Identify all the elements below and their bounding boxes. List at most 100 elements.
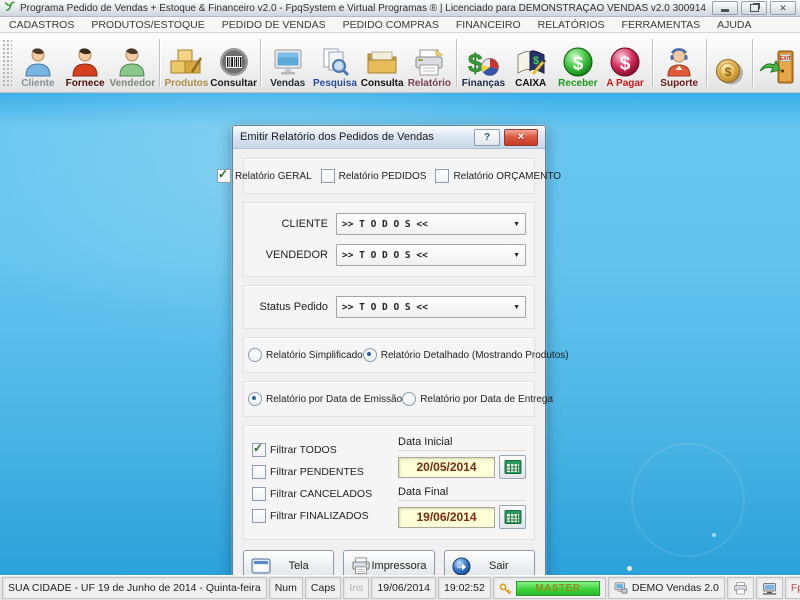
radio-relatorio-simplificado[interactable]: Relatório Simplificado: [248, 348, 363, 362]
menu-item-produtos-estoque[interactable]: PRODUTOS/ESTOQUE: [91, 19, 204, 31]
toolbar-separator: [159, 39, 160, 87]
checkbox-icon: [217, 169, 231, 183]
toolbar-button-caixa[interactable]: $ CAIXA: [507, 36, 554, 89]
vendedor-label: VENDEDOR: [252, 249, 328, 261]
toolbar-button-financas[interactable]: $ Finanças: [460, 36, 507, 89]
date-mode-group: Relatório por Data de Emissão Relatório …: [243, 381, 535, 417]
checkbox-label: Filtrar FINALIZADOS: [270, 510, 369, 522]
status-insert: Ins: [343, 577, 369, 599]
dialog-titlebar: Emitir Relatório dos Pedidos de Vendas ?…: [233, 126, 545, 149]
checkbox-icon: [435, 169, 449, 183]
checkbox-label: Relatório PEDIDOS: [339, 171, 427, 182]
data-final-field[interactable]: 19/06/2014: [398, 507, 495, 528]
status-filter-group: Filtrar TODOS Filtrar PENDENTES Filtrar …: [243, 425, 535, 540]
menu-item-pedido-de-vendas[interactable]: PEDIDO DE VENDAS: [222, 19, 326, 31]
radio-label: Relatório Detalhado (Mostrando Produtos): [381, 350, 569, 361]
restore-button[interactable]: [741, 1, 767, 15]
toolbar-button-vendedor[interactable]: Vendedor: [109, 36, 156, 89]
menu-item-ajuda[interactable]: AJUDA: [717, 19, 751, 31]
menu-item-pedido-compras[interactable]: PEDIDO COMPRAS: [343, 19, 439, 31]
checkbox-filtrar-finalizados[interactable]: Filtrar FINALIZADOS: [252, 509, 390, 523]
toolbar-button-receber[interactable]: $ Receber: [554, 36, 601, 89]
radio-data-emissao[interactable]: Relatório por Data de Emissão: [248, 392, 402, 406]
checkbox-icon: [321, 169, 335, 183]
status-pedido-label: Status Pedido: [252, 301, 328, 313]
report-dialog: Emitir Relatório dos Pedidos de Vendas ?…: [232, 125, 546, 575]
vendedor-select-value: >> T O D O S <<: [342, 250, 509, 261]
minimize-button[interactable]: [712, 1, 738, 15]
cliente-label: CLIENTE: [252, 218, 328, 230]
vendedor-select[interactable]: >> T O D O S << ▼: [336, 244, 526, 266]
coin-icon: $: [711, 55, 747, 89]
toolbar-button-consultar[interactable]: Consultar: [210, 36, 257, 89]
toolbar-button-sair[interactable]: EXIT: [756, 36, 798, 89]
tela-button[interactable]: Tela: [243, 550, 334, 575]
impressora-button-label: Impressora: [371, 560, 426, 572]
key-icon: [499, 582, 512, 595]
toolbar-button-relatorio[interactable]: Relatório: [406, 36, 453, 89]
toolbar-button-consulta[interactable]: Consulta: [359, 36, 406, 89]
menu-item-ferramentas[interactable]: FERRAMENTAS: [622, 19, 701, 31]
toolbar-separator: [260, 39, 261, 87]
window-title: Programa Pedido de Vendas + Estoque & Fi…: [20, 3, 708, 14]
cliente-person-icon: [22, 46, 54, 78]
toolbar-label: Finanças: [462, 78, 505, 89]
toolbar-button-a-pagar[interactable]: $ A Pagar: [602, 36, 649, 89]
menu-item-cadastros[interactable]: CADASTROS: [9, 19, 74, 31]
toolbar-button-produtos[interactable]: Produtos: [163, 36, 210, 89]
window-titlebar: Programa Pedido de Vendas + Estoque & Fi…: [0, 0, 800, 17]
screen-icon: [251, 557, 271, 575]
entity-filter-group: CLIENTE >> T O D O S << ▼ VENDEDOR >> T …: [243, 202, 535, 277]
dialog-body: Relatório GERAL Relatório PEDIDOS Relató…: [233, 149, 545, 575]
checkbox-relatorio-geral[interactable]: Relatório GERAL: [217, 169, 312, 183]
checkbox-filtrar-todos[interactable]: Filtrar TODOS: [252, 443, 390, 457]
close-button[interactable]: ✕: [770, 1, 796, 15]
radio-data-entrega[interactable]: Relatório por Data de Entrega: [402, 392, 553, 406]
toolbar-button-vendas[interactable]: Vendas: [264, 36, 311, 89]
cliente-select[interactable]: >> T O D O S << ▼: [336, 213, 526, 235]
toolbar-button-cliente[interactable]: Cliente: [14, 36, 61, 89]
toolbar-separator: [652, 39, 653, 87]
checkbox-relatorio-orcamento[interactable]: Relatório ORÇAMENTO: [435, 169, 561, 183]
chevron-down-icon: ▼: [513, 304, 520, 311]
toolbar-label: Consulta: [361, 78, 404, 89]
checkbox-filtrar-cancelados[interactable]: Filtrar CANCELADOS: [252, 487, 390, 501]
dialog-close-button[interactable]: ×: [504, 129, 538, 146]
radio-relatorio-detalhado[interactable]: Relatório Detalhado (Mostrando Produtos): [363, 348, 569, 362]
checkbox-label: Relatório ORÇAMENTO: [453, 171, 561, 182]
toolbar-separator: [706, 39, 707, 87]
toolbar-label: Vendedor: [110, 78, 156, 89]
restore-icon: [750, 4, 759, 12]
data-inicial-field[interactable]: 20/05/2014: [398, 457, 495, 478]
a-pagar-dollar-icon: $: [609, 46, 641, 78]
dialog-help-button[interactable]: ?: [474, 129, 500, 146]
exit-door-icon: EXIT: [756, 47, 798, 89]
dialog-button-row: Tela Impressora Sair: [243, 550, 535, 575]
printer-icon: [351, 557, 371, 575]
menu-item-financeiro[interactable]: FINANCEIRO: [456, 19, 521, 31]
toolbar-button-fornecedor[interactable]: Fornece: [62, 36, 109, 89]
status-pedido-select[interactable]: >> T O D O S << ▼: [336, 296, 526, 318]
close-x-icon: ×: [518, 131, 524, 144]
calendar-icon: [504, 459, 522, 475]
data-inicial-calendar-button[interactable]: [499, 455, 526, 479]
svg-text:$: $: [620, 54, 631, 75]
status-caps-lock: Caps: [305, 577, 342, 599]
calendar-icon: [504, 509, 522, 525]
data-final-calendar-button[interactable]: [499, 505, 526, 529]
financas-money-icon: $: [466, 48, 500, 78]
impressora-button[interactable]: Impressora: [343, 550, 434, 575]
checkbox-relatorio-pedidos[interactable]: Relatório PEDIDOS: [321, 169, 427, 183]
sair-button[interactable]: Sair: [444, 550, 535, 575]
toolbar-button-pesquisa[interactable]: Pesquisa: [311, 36, 358, 89]
status-pedido-group: Status Pedido >> T O D O S << ▼: [243, 285, 535, 329]
menu-item-relatorios[interactable]: RELATÓRIOS: [538, 19, 605, 31]
computer-disk-icon: [614, 582, 628, 594]
toolbar-label: Receber: [558, 78, 597, 89]
detail-mode-group: Relatório Simplificado Relatório Detalha…: [243, 337, 535, 373]
toolbar-button-moeda[interactable]: $: [710, 36, 749, 89]
toolbar-button-suporte[interactable]: Suporte: [656, 36, 703, 89]
menu-bar: CADASTROS PRODUTOS/ESTOQUE PEDIDO DE VEN…: [0, 17, 800, 33]
checkbox-filtrar-pendentes[interactable]: Filtrar PENDENTES: [252, 465, 390, 479]
radio-label: Relatório por Data de Entrega: [420, 394, 553, 405]
